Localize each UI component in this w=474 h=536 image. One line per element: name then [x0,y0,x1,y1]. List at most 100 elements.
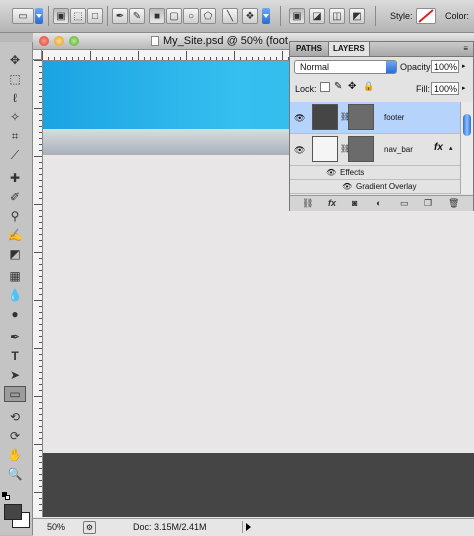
ruler-tick [180,57,181,60]
history-brush-tool-icon[interactable]: ✍ [4,227,26,243]
rounded-rectangle-button[interactable]: ▢ [166,8,182,24]
ruler-tick [48,57,49,60]
layers-scrollbar[interactable] [460,102,473,194]
pen-button[interactable]: ✒ [112,8,128,24]
rounded-rectangle-icon: ▢ [169,10,179,22]
add-mask-icon[interactable]: ◙ [352,198,357,208]
path-selection-tool-icon[interactable]: ➤ [4,367,26,383]
rectangle-shape-tool-icon[interactable]: ▭ [4,386,26,402]
layer-effects-fx-icon[interactable]: fx [434,142,443,153]
combine-exclude-button[interactable]: ◩ [349,8,365,24]
ruler-tick [34,300,42,301]
ruler-tick [198,57,199,60]
default-colors-icon[interactable] [2,492,10,500]
rectangle-tool-button[interactable]: ■ [149,8,165,24]
ellipse-icon: ○ [187,10,195,22]
close-button[interactable] [39,36,49,46]
custom-shape-button[interactable]: ❖ [242,8,258,24]
layer-row-nav-bar[interactable]: 👁 ⛓ nav_bar fx ▴ [290,134,460,166]
ruler-tick [39,462,42,463]
tab-paths[interactable]: PATHS [292,42,326,56]
ruler-tick [39,330,42,331]
delete-layer-icon[interactable]: 🗑 [448,198,459,209]
adjustment-layer-icon[interactable]: ◐ [376,198,381,208]
ruler-tick [34,252,42,253]
ruler-origin[interactable] [33,50,42,60]
type-tool-icon[interactable]: T [4,348,26,364]
lock-transparent-icon[interactable] [320,82,330,92]
ellipse-button[interactable]: ○ [183,8,199,24]
style-label: Style: [390,11,413,21]
style-picker[interactable] [416,8,436,24]
add-layer-style-icon[interactable]: fx [328,198,336,208]
ruler-tick [222,57,223,60]
dodge-tool-icon[interactable]: ● [4,306,26,322]
blend-mode-select[interactable]: Normal [294,60,397,74]
vertical-ruler[interactable] [33,60,43,517]
foreground-color-swatch[interactable] [4,504,22,520]
shape-options-dropdown-icon[interactable] [262,8,270,24]
effects-row[interactable]: 👁 Effects [290,166,460,180]
lock-position-icon[interactable]: ✥ [348,81,356,92]
visibility-eye-icon[interactable]: 👁 [294,113,305,124]
lock-all-icon[interactable]: 🔒 [363,81,374,92]
visibility-eye-icon[interactable]: 👁 [294,145,305,156]
hand-tool-icon[interactable]: ✋ [4,447,26,463]
3d-rotate-tool-icon[interactable]: ⟲ [4,409,26,425]
marquee-tool-icon[interactable]: ⬚ [4,71,26,87]
move-tool-icon[interactable]: ✥ [4,52,26,68]
opacity-slider-icon[interactable]: ▸ [462,62,466,70]
crop-tool-icon[interactable]: ⌗ [4,128,26,144]
shape-layers-button[interactable]: ▣ [53,8,69,24]
freeform-pen-icon: ✎ [132,10,142,22]
paths-button[interactable]: ⬚ [70,8,86,24]
status-arrow-button[interactable] [242,521,253,533]
panel-menu-icon[interactable]: ≡ [463,44,468,53]
ruler-tick [34,444,42,445]
status-menu-icon[interactable]: ⚙ [83,521,96,534]
minimize-button[interactable] [54,36,64,46]
ruler-tick [39,66,42,67]
gradient-tool-icon[interactable]: ▦ [4,268,26,284]
combine-add-button[interactable]: ▣ [289,8,305,24]
gradient-overlay-row[interactable]: 👁 Gradient Overlay [290,180,460,194]
3d-orbit-tool-icon[interactable]: ⟳ [4,428,26,444]
layer-row-footer[interactable]: 👁 ⛓ footer [290,102,460,134]
line-button[interactable]: ╲ [222,8,238,24]
blur-tool-icon[interactable]: 💧 [4,287,26,303]
fill-pixels-button[interactable]: □ [87,8,103,24]
healing-brush-tool-icon[interactable]: ✚ [4,170,26,186]
ruler-tick [39,288,42,289]
fill-slider-icon[interactable]: ▸ [462,84,466,92]
eraser-tool-icon[interactable]: ◩ [4,246,26,262]
scrollbar-thumb[interactable] [463,114,471,136]
ruler-tick [39,402,42,403]
ruler-tick [84,57,85,60]
freeform-pen-button[interactable]: ✎ [129,8,145,24]
opacity-field[interactable]: 100% [431,60,459,73]
zoom-button[interactable] [69,36,79,46]
zoom-level[interactable]: 50% [47,522,65,532]
visibility-eye-icon[interactable]: 👁 [326,168,336,177]
new-layer-icon[interactable]: ❐ [424,198,432,209]
zoom-tool-icon[interactable]: 🔍 [4,466,26,482]
new-group-icon[interactable]: ▭ [400,198,409,209]
pen-tool-icon[interactable]: ✒ [4,329,26,345]
combine-intersect-button[interactable]: ◫ [329,8,345,24]
lock-image-icon[interactable]: ✎ [334,81,342,92]
effects-collapse-icon[interactable]: ▴ [449,144,453,152]
combine-subtract-button[interactable]: ◪ [309,8,325,24]
clone-stamp-tool-icon[interactable]: ⚲ [4,208,26,224]
link-layers-icon[interactable]: ⛓ [302,198,313,209]
tab-layers[interactable]: LAYERS [328,42,370,56]
ruler-tick [60,57,61,60]
lasso-tool-icon[interactable]: ℓ [4,90,26,106]
tool-preset-picker[interactable]: ▭ [12,8,34,24]
visibility-eye-icon[interactable]: 👁 [342,182,352,191]
brush-tool-icon[interactable]: ✐ [4,189,26,205]
fill-field[interactable]: 100% [431,82,459,95]
tool-preset-dropdown-icon[interactable] [35,8,43,24]
polygon-button[interactable]: ⬠ [200,8,216,24]
magic-wand-tool-icon[interactable]: ✧ [4,109,26,125]
eyedropper-tool-icon[interactable]: ⟋ [4,147,26,163]
